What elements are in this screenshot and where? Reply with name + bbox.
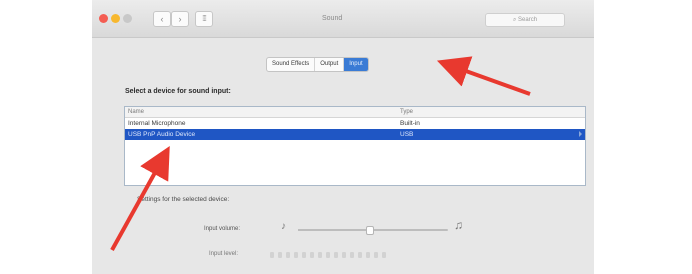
input-level-label: Input level: xyxy=(209,251,239,257)
table-row-selected[interactable]: USB PnP Audio Device USB xyxy=(125,129,585,140)
level-segment xyxy=(366,252,370,258)
microphone-low-icon: ♪ xyxy=(281,221,286,232)
show-all-button[interactable]: ⁞⁞⁞ xyxy=(195,11,213,27)
window-title: Sound xyxy=(322,15,343,22)
device-section-label: Select a device for sound input: xyxy=(125,88,231,95)
search-input[interactable]: ⌕ Search xyxy=(485,13,565,27)
sound-preferences-window: ‹ › ⁞⁞⁞ Sound ⌕ Search Sound Effects Out… xyxy=(92,0,594,274)
chevron-left-icon: ‹ xyxy=(160,14,164,24)
minimize-button[interactable] xyxy=(111,14,120,23)
device-type: Built-in xyxy=(400,120,420,127)
search-placeholder: Search xyxy=(518,17,538,23)
forward-button[interactable]: › xyxy=(171,11,189,27)
level-segment xyxy=(286,252,290,258)
close-button[interactable] xyxy=(99,14,108,23)
chevron-right-icon: › xyxy=(178,14,182,24)
device-name: Internal Microphone xyxy=(128,120,186,127)
title-bar: ‹ › ⁞⁞⁞ Sound ⌕ Search xyxy=(92,0,594,38)
grid-icon: ⁞⁞⁞ xyxy=(202,14,207,23)
level-segment xyxy=(326,252,330,258)
input-level-meter xyxy=(270,252,470,258)
level-segment xyxy=(382,252,386,258)
device-name: USB PnP Audio Device xyxy=(128,131,196,138)
level-segment xyxy=(350,252,354,258)
level-segment xyxy=(342,252,346,258)
table-row[interactable]: Internal Microphone Built-in xyxy=(125,118,585,129)
settings-label: Settings for the selected device: xyxy=(137,196,230,203)
level-segment xyxy=(318,252,322,258)
row-chevron-icon xyxy=(579,131,582,137)
device-type: USB xyxy=(400,131,414,138)
input-volume-slider[interactable] xyxy=(298,226,448,235)
tab-input[interactable]: Input xyxy=(344,58,368,71)
column-header-type[interactable]: Type xyxy=(400,107,413,117)
tab-bar: Sound Effects Output Input xyxy=(266,57,369,72)
level-segment xyxy=(374,252,378,258)
level-segment xyxy=(358,252,362,258)
search-icon: ⌕ xyxy=(512,17,517,23)
input-device-table[interactable]: Name Type Internal Microphone Built-in U… xyxy=(124,106,586,186)
slider-fill xyxy=(298,229,369,231)
input-volume-label: Input volume: xyxy=(204,226,241,232)
back-button[interactable]: ‹ xyxy=(153,11,171,27)
level-segment xyxy=(302,252,306,258)
level-segment xyxy=(334,252,338,258)
level-segment xyxy=(270,252,274,258)
tab-output[interactable]: Output xyxy=(315,58,345,71)
column-header-name[interactable]: Name xyxy=(128,107,144,117)
level-segment xyxy=(310,252,314,258)
slider-thumb[interactable] xyxy=(365,226,374,235)
microphone-high-icon: ♫ xyxy=(454,218,463,232)
tab-sound-effects[interactable]: Sound Effects xyxy=(267,58,316,71)
level-segment xyxy=(278,252,282,258)
zoom-button[interactable] xyxy=(123,14,132,23)
table-header: Name Type xyxy=(125,107,585,118)
level-segment xyxy=(294,252,298,258)
